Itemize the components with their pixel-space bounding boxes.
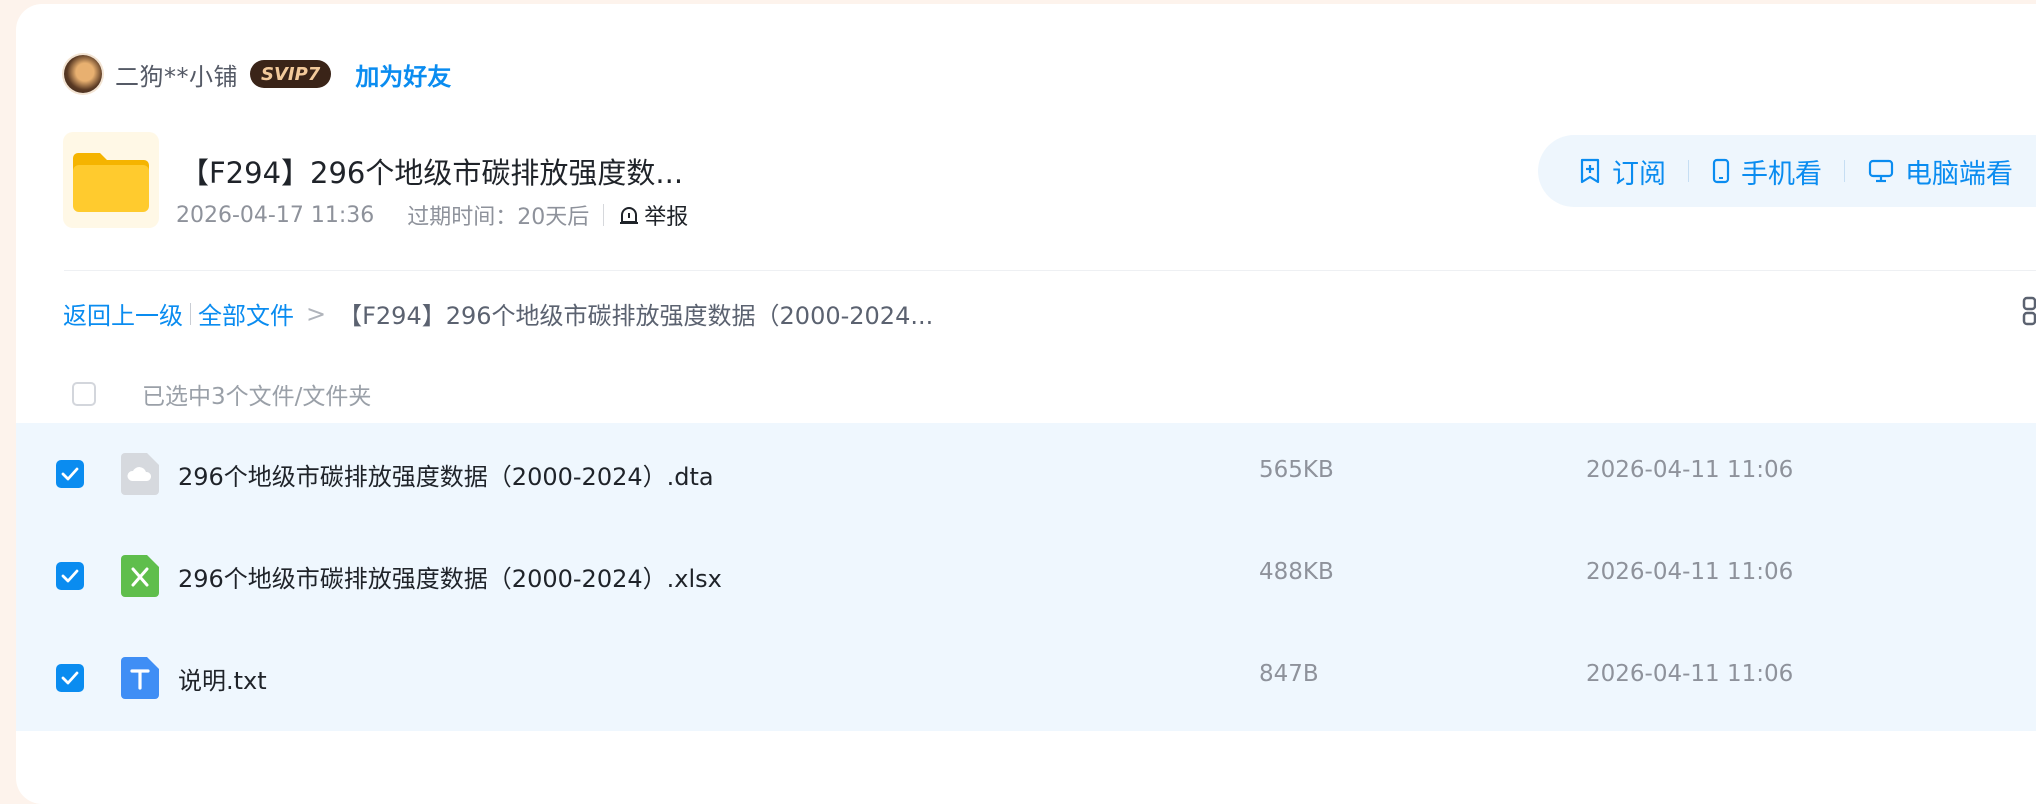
share-title: 【F294】296个地级市碳排放强度数... (180, 156, 684, 190)
bookmark-icon (1580, 158, 1600, 184)
table-row[interactable]: 296个地级市碳排放强度数据（2000-2024）.xlsx 488KB 202… (16, 525, 2036, 627)
divider (190, 302, 191, 325)
subscribe-label: 订阅 (1612, 158, 1666, 190)
file-date: 2026-04-11 11:06 (1586, 661, 1794, 687)
subscribe-button[interactable]: 订阅 (1578, 152, 1666, 191)
all-files-link[interactable]: 全部文件 (198, 296, 294, 331)
divider (1688, 160, 1689, 182)
vip-badge: SVIP7 (250, 60, 332, 88)
expire-time: 过期时间：20天后 (407, 205, 590, 230)
mobile-view-button[interactable]: 手机看 (1711, 152, 1822, 191)
divider (603, 204, 605, 226)
report-label: 举报 (644, 205, 689, 230)
breadcrumb: 返回上一级 全部文件 > 【F294】296个地级市碳排放强度数据（2000-2… (63, 296, 933, 331)
monitor-icon (1868, 159, 1894, 183)
folder-thumbnail (63, 132, 159, 228)
divider (1844, 160, 1845, 182)
file-name[interactable]: 说明.txt (178, 661, 267, 696)
row-checkbox[interactable] (56, 664, 84, 692)
avatar[interactable] (64, 55, 102, 93)
pc-view-button[interactable]: 电脑端看 (1867, 152, 2013, 191)
file-name[interactable]: 296个地级市碳排放强度数据（2000-2024）.xlsx (178, 559, 722, 594)
file-name[interactable]: 296个地级市碳排放强度数据（2000-2024）.dta (178, 457, 714, 492)
cloud-file-icon (121, 453, 159, 495)
action-bar: 订阅 手机看 电脑端看 (1538, 135, 2036, 207)
file-size: 847B (1259, 661, 1319, 687)
row-checkbox[interactable] (56, 562, 84, 590)
table-row[interactable]: 296个地级市碳排放强度数据（2000-2024）.dta 565KB 2026… (16, 423, 2036, 525)
text-file-icon (121, 657, 159, 699)
folder-icon (73, 153, 149, 212)
check-icon (61, 569, 79, 583)
add-friend-button[interactable]: 加为好友 (355, 57, 451, 92)
select-all-row: 已选中3个文件/文件夹 (72, 377, 371, 411)
excel-file-icon (121, 555, 159, 597)
check-icon (61, 671, 79, 685)
header-divider (64, 270, 2036, 271)
share-owner: 二狗**小铺 SVIP7 加为好友 (64, 50, 451, 98)
grid-view-icon[interactable] (2021, 294, 2036, 328)
breadcrumb-separator: > (306, 299, 327, 328)
row-checkbox[interactable] (56, 460, 84, 488)
selection-summary: 已选中3个文件/文件夹 (142, 384, 372, 410)
table-row[interactable]: 说明.txt 847B 2026-04-11 11:06 (16, 627, 2036, 729)
current-folder: 【F294】296个地级市碳排放强度数据（2000-2024... (338, 302, 934, 330)
share-card: 二狗**小铺 SVIP7 加为好友 【F294】296个地级市碳排放强度数...… (16, 4, 2036, 804)
owner-name[interactable]: 二狗**小铺 (115, 57, 238, 92)
check-icon (61, 467, 79, 481)
file-size: 488KB (1259, 559, 1334, 585)
report-button[interactable]: 举报 (618, 199, 688, 231)
share-date: 2026-04-17 11:36 (176, 202, 375, 228)
share-meta: 2026-04-17 11:36 过期时间：20天后 举报 (176, 199, 688, 231)
phone-icon (1712, 158, 1730, 184)
select-all-checkbox[interactable] (72, 382, 96, 406)
file-date: 2026-04-11 11:06 (1586, 559, 1794, 585)
file-date: 2026-04-11 11:06 (1586, 457, 1794, 483)
mobile-view-label: 手机看 (1741, 158, 1822, 190)
back-link[interactable]: 返回上一级 (63, 296, 183, 331)
file-list: 296个地级市碳排放强度数据（2000-2024）.dta 565KB 2026… (16, 423, 2036, 731)
alarm-icon (620, 207, 639, 224)
file-size: 565KB (1259, 457, 1334, 483)
pc-view-label: 电脑端看 (1905, 158, 2013, 190)
